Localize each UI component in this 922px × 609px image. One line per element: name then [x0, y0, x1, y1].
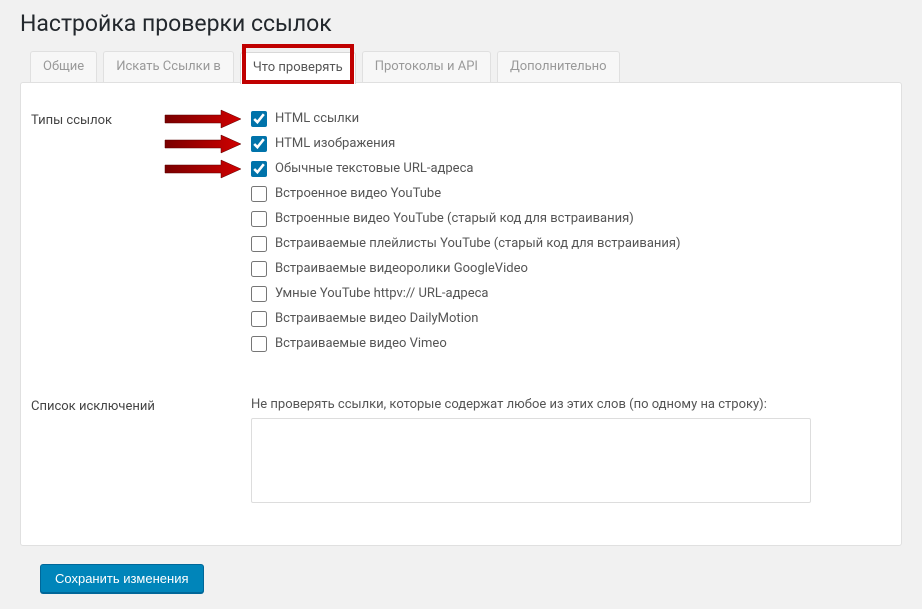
checkbox-label[interactable]: Встроенное видео YouTube: [275, 186, 441, 201]
link-type-checkbox[interactable]: [251, 261, 267, 277]
checkbox-row: Встраиваемые видеоролики GoogleVideo: [251, 261, 871, 277]
checkbox-row: HTML изображения: [251, 136, 871, 152]
checkbox-row: Встроенные видео YouTube (старый код для…: [251, 211, 871, 227]
exclusions-textarea[interactable]: [251, 418, 811, 503]
save-button[interactable]: Сохранить изменения: [40, 564, 204, 593]
link-type-checkbox[interactable]: [251, 286, 267, 302]
tab-bar: Общие Искать Ссылки в Что проверять Прот…: [30, 51, 902, 83]
link-type-checkbox[interactable]: [251, 186, 267, 202]
tab-search-links[interactable]: Искать Ссылки в: [103, 51, 234, 83]
link-type-checkbox[interactable]: [251, 111, 267, 127]
link-types-options: HTML ссылки HTML изображения Обычные текст…: [241, 103, 881, 369]
checkbox-row: Встраиваемые видео Vimeo: [251, 336, 871, 352]
checkbox-row: Встраиваемые видео DailyMotion: [251, 311, 871, 327]
exclusions-heading: Список исключений: [21, 369, 241, 515]
tab-protocols-api[interactable]: Протоколы и API: [362, 51, 491, 83]
checkbox-label[interactable]: HTML изображения: [275, 136, 395, 151]
checkbox-label[interactable]: HTML ссылки: [275, 111, 359, 126]
checkbox-label[interactable]: Встраиваемые видео DailyMotion: [275, 311, 478, 326]
checkbox-label[interactable]: Умные YouTube httpv:// URL-адреса: [275, 286, 488, 301]
checkbox-label[interactable]: Встраиваемые видео Vimeo: [275, 336, 447, 351]
tab-advanced[interactable]: Дополнительно: [497, 51, 620, 83]
settings-panel: Типы ссылок HTML ссылки HTML изображения О…: [20, 82, 902, 546]
checkbox-row: Умные YouTube httpv:// URL-адреса: [251, 286, 871, 302]
checkbox-row: Встраиваемые плейлисты YouTube (старый к…: [251, 236, 871, 252]
link-type-checkbox[interactable]: [251, 311, 267, 327]
checkbox-label[interactable]: Встроенные видео YouTube (старый код для…: [275, 211, 634, 226]
checkbox-label[interactable]: Встраиваемые плейлисты YouTube (старый к…: [275, 236, 681, 251]
link-type-checkbox[interactable]: [251, 336, 267, 352]
exclusions-hint: Не проверять ссылки, которые содержат лю…: [251, 397, 871, 412]
checkbox-row: Встроенное видео YouTube: [251, 186, 871, 202]
checkbox-label[interactable]: Встраиваемые видеоролики GoogleVideo: [275, 261, 528, 276]
checkbox-row: Обычные текстовые URL-адреса: [251, 161, 871, 177]
checkbox-row: HTML ссылки: [251, 111, 871, 127]
page-title: Настройка проверки ссылок: [20, 10, 902, 37]
checkbox-label[interactable]: Обычные текстовые URL-адреса: [275, 161, 473, 176]
link-types-heading: Типы ссылок: [21, 103, 241, 369]
link-type-checkbox[interactable]: [251, 136, 267, 152]
link-type-checkbox[interactable]: [251, 161, 267, 177]
tab-general[interactable]: Общие: [30, 51, 97, 83]
link-type-checkbox[interactable]: [251, 236, 267, 252]
tab-what-to-check[interactable]: Что проверять: [240, 52, 356, 84]
link-type-checkbox[interactable]: [251, 211, 267, 227]
